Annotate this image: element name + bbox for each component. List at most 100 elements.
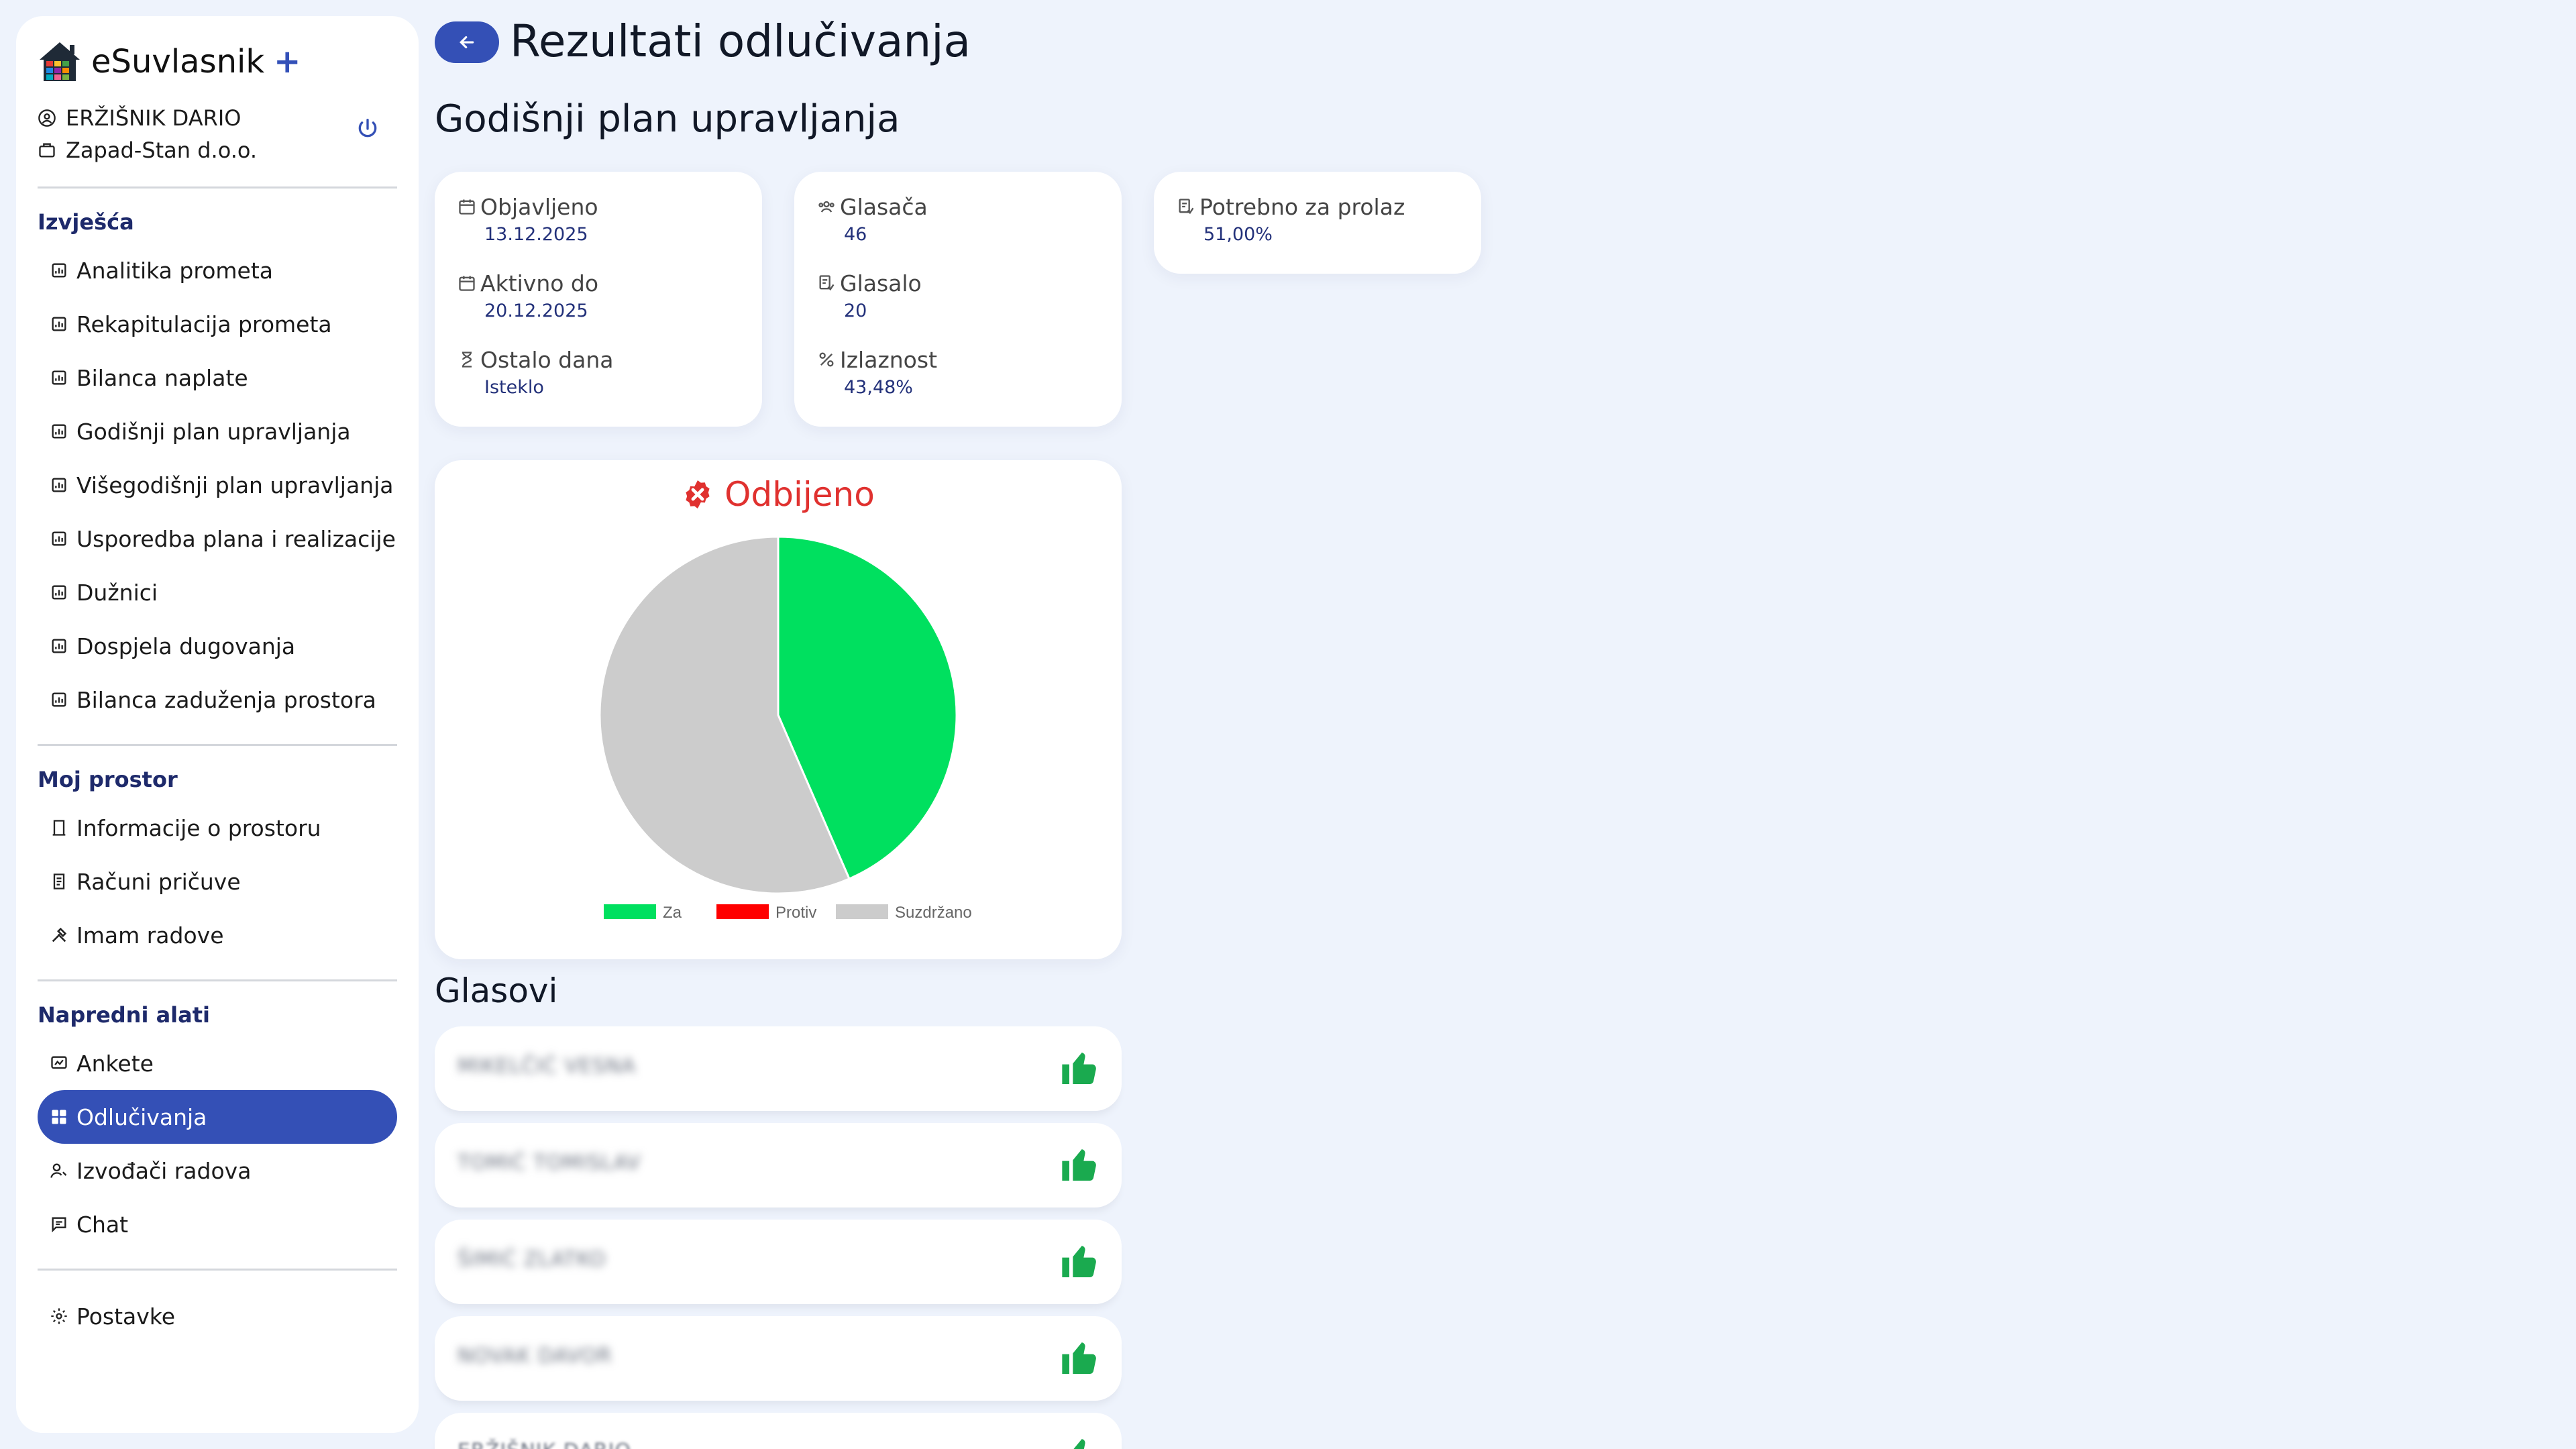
report-icon <box>52 317 66 331</box>
sidebar-item-imam-radove[interactable]: Imam radove <box>38 908 397 962</box>
result-card: Odbijeno Za Protiv Suzdržano <box>435 460 1122 959</box>
report-icon <box>52 478 66 492</box>
dates-card: Objavljeno 13.12.2025 Aktivno do 20.12.2… <box>435 172 762 427</box>
legend-swatch-suzdržano[interactable] <box>836 904 888 919</box>
contractor-icon <box>50 1163 67 1178</box>
legend-swatch-za[interactable] <box>604 904 656 919</box>
required-value: 51,00% <box>1203 224 1273 245</box>
report-icon <box>52 692 66 707</box>
voters-label: Glasača <box>817 192 1122 221</box>
brand-name: eSuvlasnik <box>91 43 265 80</box>
voter-name: ERŽIŠNIK DARIO <box>458 1440 631 1449</box>
voters-value: 46 <box>844 224 867 245</box>
sidebar-item-usporedba-plana[interactable]: Usporedba plana i realizacije <box>38 512 397 566</box>
divider <box>38 744 397 746</box>
sidebar-item-label: Dužnici <box>76 579 158 606</box>
report-icon <box>52 424 66 439</box>
voted-label: Glasalo <box>817 268 1122 298</box>
sidebar-item-racuni-pricuve[interactable]: Računi pričuve <box>38 855 397 908</box>
house-logo-icon <box>40 42 80 81</box>
votes-title: Glasovi <box>435 971 558 1010</box>
voters-card: Glasača 46 Glasalo 20 Izlaznost 43,48% <box>794 172 1122 427</box>
sidebar-item-label: Računi pričuve <box>76 868 241 895</box>
divider <box>38 979 397 981</box>
decision-title: Godišnji plan upravljanja <box>435 97 900 141</box>
gear-icon <box>51 1308 67 1324</box>
sidebar-item-bilanca-zaduzenja[interactable]: Bilanca zaduženja prostora <box>38 673 397 727</box>
thumbs-up-icon <box>1062 1342 1096 1374</box>
grid-icon <box>52 1110 66 1124</box>
sidebar-item-label: Informacije o prostoru <box>76 814 321 841</box>
back-button[interactable] <box>435 21 499 63</box>
sidebar-item-dospjela-dugovanja[interactable]: Dospjela dugovanja <box>38 619 397 673</box>
published-label: Objavljeno <box>458 192 762 221</box>
sidebar-item-label: Postavke <box>76 1303 176 1330</box>
sidebar-item-rekapitulacija-prometa[interactable]: Rekapitulacija prometa <box>38 297 397 351</box>
required-card: Potrebno za prolaz 51,00% <box>1154 172 1481 274</box>
legend-label-za[interactable]: Za <box>663 904 682 922</box>
voter-name: TOMIĆ TOMISLAV <box>458 1151 641 1175</box>
company-name: Zapad-Stan d.o.o. <box>66 138 258 163</box>
sidebar: eSuvlasnik + ERŽIŠNIK DARIO Zapad-Stan d.… <box>16 16 419 1433</box>
sidebar-item-label: Analitika prometa <box>76 257 273 284</box>
report-icon <box>52 639 66 653</box>
thumbs-up-icon <box>1062 1246 1096 1277</box>
legend-swatch-protiv[interactable] <box>716 904 769 919</box>
sidebar-item-label: Imam radove <box>76 922 224 949</box>
remaining-label: Ostalo dana <box>458 345 762 374</box>
ballot-icon <box>819 275 835 291</box>
sidebar-item-label: Chat <box>76 1211 129 1238</box>
thumbs-up-icon <box>1062 1053 1096 1084</box>
company-row: Zapad-Stan d.o.o. <box>38 134 397 166</box>
sidebar-item-godisnji-plan[interactable]: Godišnji plan upravljanja <box>38 405 397 458</box>
vote-row: ŠIMIĆ ZLATKO <box>435 1220 1122 1304</box>
sidebar-item-ankete[interactable]: Ankete <box>38 1036 397 1090</box>
sidebar-item-informacije-o-prostoru[interactable]: Informacije o prostoru <box>38 801 397 855</box>
sidebar-item-izvodaci-radova[interactable]: Izvođači radova <box>38 1144 397 1197</box>
section-title-napredni-alati: Napredni alati <box>38 1002 210 1028</box>
report-icon <box>52 263 66 278</box>
hourglass-icon <box>462 352 472 368</box>
ballot-icon <box>1179 199 1194 215</box>
voter-name: NOVAK DAVOR <box>458 1344 612 1368</box>
required-label: Potrebno za prolaz <box>1177 192 1481 221</box>
divider <box>38 186 397 189</box>
brand[interactable]: eSuvlasnik + <box>38 36 397 87</box>
user-circle-icon <box>38 109 56 127</box>
sidebar-item-label: Godišnji plan upravljanja <box>76 418 351 445</box>
sidebar-item-label: Rekapitulacija prometa <box>76 311 332 337</box>
report-icon <box>52 370 66 385</box>
sidebar-item-label: Bilanca naplate <box>76 364 248 391</box>
sidebar-item-label: Bilanca zaduženja prostora <box>76 686 376 713</box>
user-name: ERŽIŠNIK DARIO <box>66 105 241 131</box>
calendar-icon <box>459 276 475 291</box>
sidebar-item-label: Ankete <box>76 1050 154 1077</box>
sidebar-item-chat[interactable]: Chat <box>38 1197 397 1251</box>
invoice-icon <box>53 873 65 890</box>
legend-label-suzdržano[interactable]: Suzdržano <box>895 904 972 922</box>
published-value: 13.12.2025 <box>484 224 588 245</box>
sidebar-item-postavke[interactable]: Postavke <box>38 1289 397 1343</box>
thumbs-up-icon <box>1073 1439 1085 1449</box>
calendar-icon <box>459 199 475 215</box>
briefcase-icon <box>39 143 55 158</box>
sidebar-item-label: Usporedba plana i realizacije <box>76 525 396 552</box>
logout-power-icon[interactable] <box>354 115 381 142</box>
vote-pie-chart: Za Protiv Suzdržano <box>598 535 972 922</box>
sidebar-item-bilanca-naplate[interactable]: Bilanca naplate <box>38 351 397 405</box>
legend-label-protiv[interactable]: Protiv <box>775 904 816 922</box>
sidebar-item-duznici[interactable]: Dužnici <box>38 566 397 619</box>
sidebar-item-analitika-prometa[interactable]: Analitika prometa <box>38 244 397 297</box>
user-block: ERŽIŠNIK DARIO Zapad-Stan d.o.o. <box>38 102 397 166</box>
sidebar-item-odlucivanja[interactable]: Odlučivanja <box>38 1090 397 1144</box>
chat-icon <box>52 1217 66 1233</box>
active-value: 20.12.2025 <box>484 301 588 321</box>
sidebar-item-label: Izvođači radova <box>76 1157 252 1184</box>
brand-plus: + <box>274 43 301 80</box>
percent-icon <box>819 352 834 367</box>
sidebar-item-visegodisnji-plan[interactable]: Višegodišnji plan upravljanja <box>38 458 397 512</box>
voter-name: MIKELČIĆ VESNA <box>458 1055 636 1078</box>
remaining-value: Isteklo <box>484 377 544 398</box>
turnout-label: Izlaznost <box>817 345 1122 374</box>
thumbs-up-icon <box>1062 1149 1096 1181</box>
